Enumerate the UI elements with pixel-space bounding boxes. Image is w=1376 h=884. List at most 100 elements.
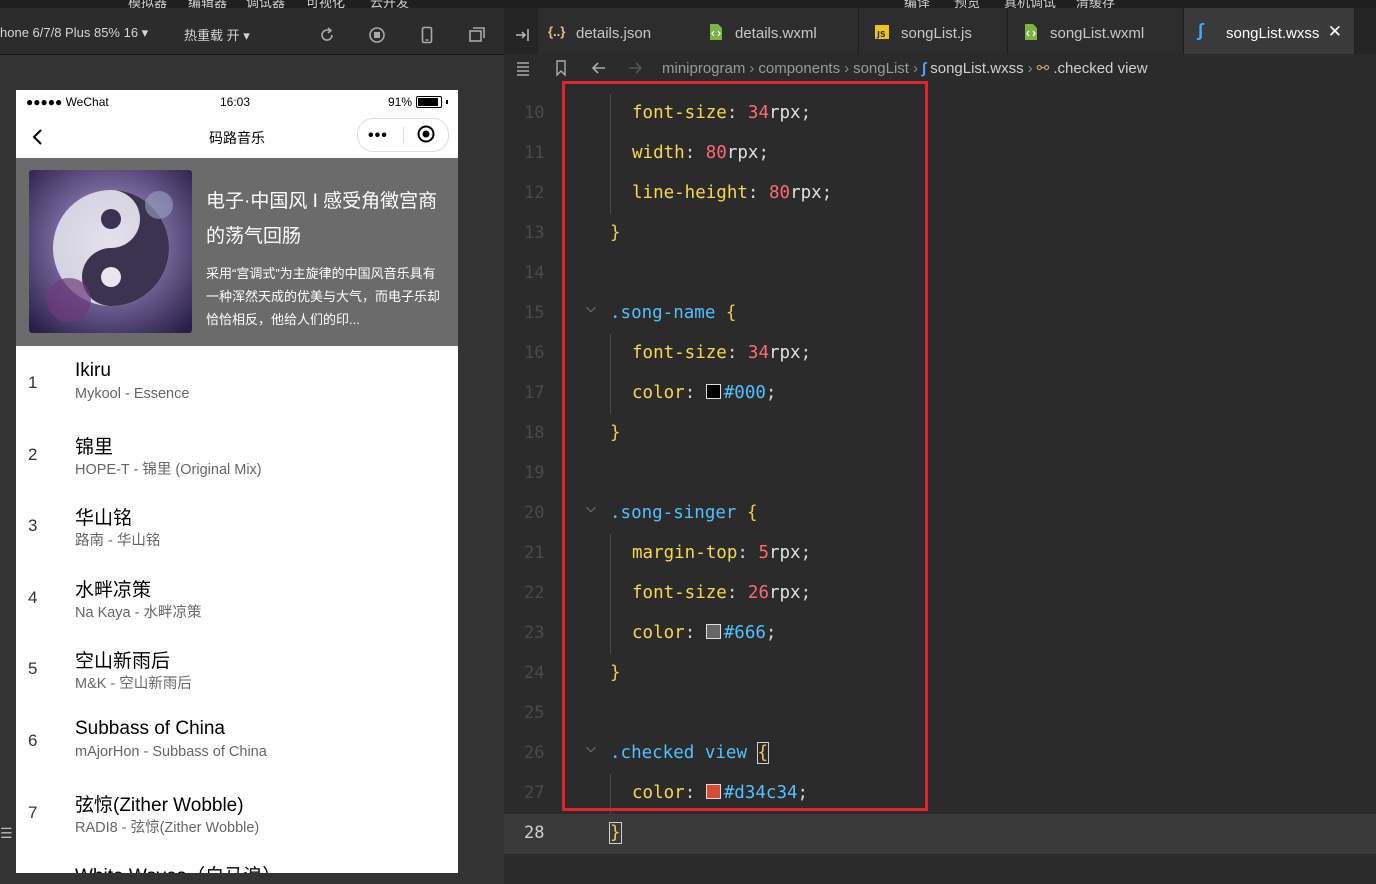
status-bar: ●●●●● WeChat 16:03 91% bbox=[16, 90, 458, 114]
song-index: 1 bbox=[28, 373, 38, 392]
tab-label: songList.wxml bbox=[1050, 25, 1145, 42]
tab-label: details.wxml bbox=[735, 25, 817, 42]
song-item[interactable]: 5 空山新雨后 M&K - 空山新雨后 bbox=[16, 632, 458, 704]
simulator-panel: ●●●●● WeChat 16:03 91% 码路音乐 ••• 电子·中国风 I… bbox=[0, 55, 504, 884]
breadcrumb: miniprogram › components › songList › ∫ songLi… bbox=[662, 60, 1148, 77]
song-name: 华山铭 bbox=[75, 508, 133, 530]
stop-icon[interactable] bbox=[368, 26, 386, 44]
battery-icon bbox=[416, 96, 442, 108]
top-menu-strip: 模拟器 编辑器 调试器 可视化 云开发 编译 预览 真机调试 清缓存 bbox=[0, 0, 1376, 8]
device-select[interactable]: hone 6/7/8 Plus 85% 16 ▾ bbox=[0, 25, 148, 41]
song-item[interactable]: 1 Ikiru Mykool - Essence bbox=[16, 346, 458, 418]
song-singer: Mykool - Essence bbox=[75, 386, 190, 402]
tab-label: songList.js bbox=[901, 25, 972, 42]
song-singer: HOPE-T - 锦里 (Original Mix) bbox=[75, 461, 262, 478]
song-name: 水畔凉策 bbox=[75, 579, 152, 601]
song-name: White Waves（白马浪） bbox=[75, 861, 281, 873]
bookmark-icon[interactable] bbox=[552, 59, 570, 77]
json-icon: {..} bbox=[548, 24, 566, 39]
tab-label: details.json bbox=[576, 25, 652, 42]
code-line[interactable]: 28} bbox=[504, 814, 1376, 854]
menu-real-debug[interactable]: 真机调试 bbox=[1004, 0, 1056, 8]
song-singer: RADI8 - 弦惊(Zither Wobble) bbox=[75, 819, 260, 836]
song-name: Subbass of China bbox=[75, 717, 225, 739]
song-name: 空山新雨后 bbox=[75, 651, 171, 673]
mini-program-capsule: ••• bbox=[357, 118, 449, 152]
phone-screen: ●●●●● WeChat 16:03 91% 码路音乐 ••• 电子·中国风 I… bbox=[16, 90, 458, 873]
menu-clear-cache[interactable]: 清缓存 bbox=[1076, 0, 1115, 8]
tab-details-json[interactable]: {..} details.json bbox=[538, 8, 707, 54]
nav-bar: 码路音乐 ••• bbox=[16, 114, 458, 158]
status-time: 16:03 bbox=[220, 95, 251, 109]
menu-editor[interactable]: 编辑器 bbox=[188, 0, 227, 8]
song-index: 2 bbox=[28, 444, 38, 464]
song-item[interactable]: 2 锦里 HOPE-T - 锦里 (Original Mix) bbox=[16, 418, 458, 490]
song-index: 7 bbox=[28, 802, 38, 822]
song-item[interactable]: 8White Waves（白马浪） bbox=[16, 847, 458, 873]
song-singer: M&K - 空山新雨后 bbox=[75, 676, 192, 693]
song-name: 弦惊(Zither Wobble) bbox=[75, 794, 244, 816]
song-index: 3 bbox=[28, 516, 38, 536]
simulator-toolbar: hone 6/7/8 Plus 85% 16 ▾ 热重载 开 ▾ bbox=[0, 8, 504, 55]
tab-label: songList.wxss bbox=[1226, 25, 1320, 42]
breadcrumb-miniprogram[interactable]: miniprogram bbox=[662, 60, 745, 77]
wxml-icon bbox=[710, 24, 722, 40]
song-item[interactable]: 3 华山铭路南 - 华山铭 bbox=[16, 489, 458, 561]
menu-cloud[interactable]: 云开发 bbox=[370, 0, 409, 8]
svg-text:JS: JS bbox=[876, 30, 886, 39]
breadcrumb-file[interactable]: songList.wxss bbox=[930, 60, 1023, 77]
album-title: 电子·中国风 I 感受角徵宫商的荡气回肠 bbox=[206, 191, 438, 247]
phone-icon[interactable] bbox=[418, 26, 436, 44]
song-index: 4 bbox=[28, 587, 38, 607]
line-number: 28 bbox=[524, 823, 545, 843]
window-icon[interactable] bbox=[468, 26, 486, 44]
menu-simulator[interactable]: 模拟器 bbox=[128, 0, 167, 8]
close-tab-icon[interactable]: ✕ bbox=[1328, 22, 1342, 42]
close-capsule-icon[interactable] bbox=[417, 125, 435, 143]
tab-songlist-js[interactable]: JS songList.js bbox=[859, 8, 1008, 54]
song-name: Ikiru bbox=[75, 360, 111, 381]
forward-nav-icon[interactable] bbox=[626, 59, 644, 77]
menu-compile[interactable]: 编译 bbox=[904, 0, 930, 8]
breadcrumb-bar: miniprogram › components › songList › ∫ songLi… bbox=[504, 55, 1376, 82]
album-header: 电子·中国风 I 感受角徵宫商的荡气回肠 采用“宫调式”为主旋律的中国风音乐具有… bbox=[16, 158, 458, 346]
tab-songlist-wxml[interactable]: songList.wxml bbox=[1008, 8, 1184, 54]
left-edge-menu-icon[interactable]: ☰ bbox=[0, 825, 13, 842]
tab-details-wxml[interactable]: details.wxml bbox=[693, 8, 859, 54]
song-item[interactable]: 4 水畔凉策 Na Kaya - 水畔凉策 bbox=[16, 561, 458, 633]
breadcrumb-selector[interactable]: .checked view bbox=[1053, 60, 1147, 77]
carrier-label: ●●●●● WeChat bbox=[26, 95, 109, 109]
menu-debugger[interactable]: 调试器 bbox=[246, 0, 285, 8]
back-nav-icon[interactable] bbox=[590, 59, 608, 77]
code-text: } bbox=[609, 822, 622, 844]
song-name: 锦里 bbox=[75, 436, 114, 458]
refresh-icon[interactable] bbox=[318, 26, 336, 44]
hot-reload-select[interactable]: 热重载 开 ▾ bbox=[184, 25, 250, 44]
list-icon[interactable] bbox=[514, 59, 532, 77]
breadcrumb-components[interactable]: components bbox=[758, 60, 840, 77]
split-editor-icon[interactable] bbox=[514, 26, 532, 44]
breadcrumb-songlist[interactable]: songList bbox=[853, 60, 909, 77]
song-singer: Na Kaya - 水畔凉策 bbox=[75, 604, 202, 621]
highlight-annotation-box bbox=[562, 81, 928, 811]
selector-icon: ⚯ bbox=[1036, 60, 1054, 77]
battery-percent: 91% bbox=[387, 95, 412, 109]
css-file-icon: ∫ bbox=[921, 60, 931, 77]
song-list: 1 Ikiru Mykool - Essence 2 锦里 HOPE-T - 锦里 (Or… bbox=[16, 346, 458, 873]
menu-visual[interactable]: 可视化 bbox=[306, 0, 345, 8]
wxml-icon bbox=[1025, 24, 1037, 40]
song-index: 5 bbox=[28, 659, 38, 679]
song-singer: mAjorHon - Subbass of China bbox=[75, 743, 267, 760]
song-singer: 路南 - 华山铭 bbox=[75, 533, 161, 550]
song-index: 6 bbox=[28, 730, 38, 750]
song-item[interactable]: 7 弦惊(Zither Wobble) RADI8 - 弦惊(Zither Wobb… bbox=[16, 776, 458, 848]
css-icon: ∫ bbox=[1198, 20, 1203, 40]
album-description: 采用“宫调式”为主旋律的中国风音乐具有一种浑然天成的优美与大气，而电子乐却恰恰相… bbox=[206, 266, 441, 327]
editor-tab-bar: {..} details.json details.wxml JS songList.j… bbox=[504, 8, 1376, 54]
tab-songlist-wxss[interactable]: ∫ songList.wxss ✕ bbox=[1184, 8, 1355, 54]
album-cover[interactable] bbox=[29, 170, 192, 333]
song-item[interactable]: 6 Subbass of China mAjorHon - Subbass of C… bbox=[16, 704, 458, 776]
more-menu-icon[interactable]: ••• bbox=[368, 127, 388, 145]
menu-preview[interactable]: 预览 bbox=[954, 0, 980, 8]
js-icon: JS bbox=[875, 25, 889, 39]
